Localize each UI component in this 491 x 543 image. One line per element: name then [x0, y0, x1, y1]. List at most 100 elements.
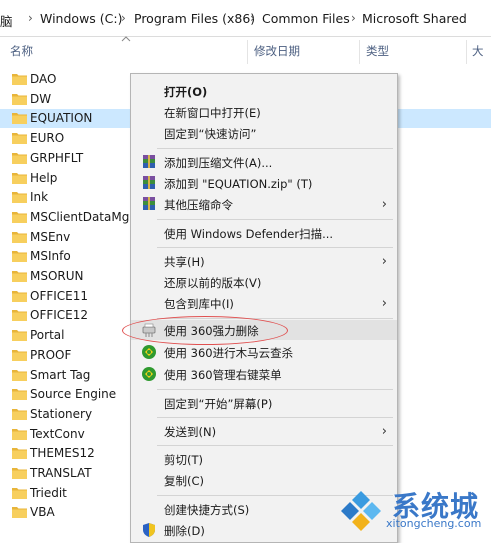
folder-name: Stationery [30, 406, 93, 421]
address-bar[interactable]: 脑 › Windows (C:) › Program Files (x86) ›… [0, 0, 491, 37]
menu-item-label: 发送到(N) [164, 425, 217, 439]
folder-name: MSClientDataMgr [30, 209, 135, 224]
menu-item-label: 其他压缩命令 [164, 198, 233, 212]
folder-icon [12, 507, 27, 519]
breadcrumb-separator[interactable]: › [250, 11, 255, 25]
menu-item-restore-versions[interactable]: 还原以前的版本(V) [131, 272, 397, 292]
folder-icon [12, 349, 27, 361]
folder-icon [12, 133, 27, 145]
folder-icon [12, 310, 27, 322]
breadcrumb-separator[interactable]: › [351, 11, 356, 25]
menu-item-label: 固定到“开始”屏幕(P) [164, 397, 273, 411]
context-menu: 打开(O) 在新窗口中打开(E) 固定到“快速访问” 添加到压缩文件(A)...… [130, 73, 398, 543]
folder-name: MSORUN [30, 269, 84, 283]
menu-item-label: 打开(O) [164, 85, 208, 99]
menu-item-defender-scan[interactable]: 使用 Windows Defender扫描... [131, 223, 397, 243]
folder-name: THEMES12 [30, 446, 95, 461]
menu-item-include-library[interactable]: 包含到库中(I) › [131, 293, 397, 313]
menu-separator [157, 247, 393, 248]
menu-item-pin-start[interactable]: 固定到“开始”屏幕(P) [131, 393, 397, 413]
folder-name: EQUATION [30, 111, 93, 126]
folder-icon [12, 448, 27, 460]
folder-name: DW [30, 91, 52, 106]
menu-item-label: 共享(H) [164, 255, 205, 269]
folder-icon [12, 330, 27, 342]
breadcrumb-item-drive[interactable]: Windows (C:) [40, 11, 122, 26]
folder-icon [12, 192, 27, 204]
folder-icon [12, 93, 27, 105]
submenu-arrow-icon: › [381, 197, 387, 212]
folder-icon [12, 74, 27, 85]
submenu-arrow-icon: › [381, 296, 387, 311]
menu-item-other-compress[interactable]: 其他压缩命令 › [131, 194, 397, 214]
menu-item-label: 添加到压缩文件(A)... [164, 156, 273, 170]
menu-item-360-trojan-scan[interactable]: 使用 360进行木马云查杀 [131, 342, 397, 362]
folder-name: EURO [30, 131, 65, 146]
folder-name: Help [30, 170, 58, 185]
column-divider[interactable] [359, 40, 360, 64]
folder-name: Ink [30, 190, 49, 205]
menu-item-open-new-window[interactable]: 在新窗口中打开(E) [131, 102, 397, 122]
folder-name: OFFICE11 [30, 288, 89, 303]
menu-item-label: 使用 Windows Defender扫描... [164, 227, 334, 241]
folder-icon [12, 468, 27, 479]
column-divider[interactable] [466, 40, 467, 64]
column-header-date[interactable]: 修改日期 [254, 43, 300, 59]
menu-separator [157, 445, 393, 446]
menu-item-add-zip[interactable]: 添加到 "EQUATION.zip" (T) [131, 173, 397, 193]
winrar-archive-icon [143, 155, 155, 168]
menu-separator [157, 219, 393, 220]
folder-icon [12, 251, 27, 263]
menu-item-label: 剪切(T) [164, 453, 203, 467]
folder-name: MSEnv [30, 229, 71, 244]
winrar-archive-icon [143, 197, 155, 210]
folder-icon [12, 290, 27, 302]
sort-ascending-icon [121, 36, 131, 42]
menu-item-add-archive[interactable]: 添加到压缩文件(A)... [131, 152, 397, 172]
menu-item-label: 包含到库中(I) [164, 297, 234, 311]
column-divider[interactable] [247, 40, 248, 64]
breadcrumb-item-common-files[interactable]: Common Files [262, 11, 350, 26]
submenu-arrow-icon: › [381, 424, 387, 439]
menu-item-pin-quick-access[interactable]: 固定到“快速访问” [131, 123, 397, 143]
watermark-url: xitongcheng.com [386, 517, 482, 530]
menu-item-label: 复制(C) [164, 474, 205, 488]
breadcrumb-separator[interactable]: › [121, 11, 126, 25]
breadcrumb-item-program-files[interactable]: Program Files (x86) [134, 11, 255, 26]
menu-item-cut[interactable]: 剪切(T) [131, 449, 397, 469]
breadcrumb-separator[interactable]: › [28, 11, 33, 25]
menu-item-label: 在新窗口中打开(E) [164, 106, 261, 120]
menu-item-send-to[interactable]: 发送到(N) › [131, 421, 397, 441]
menu-item-label: 固定到“快速访问” [164, 127, 257, 141]
highlight-annotation [122, 316, 288, 345]
360-security-icon [142, 367, 156, 381]
folder-icon [12, 271, 27, 282]
menu-item-open[interactable]: 打开(O) [131, 81, 397, 101]
menu-item-share[interactable]: 共享(H) › [131, 251, 397, 271]
folder-name: Smart Tag [30, 367, 91, 382]
360-security-icon [142, 345, 156, 359]
column-header-size[interactable]: 大 [472, 43, 484, 59]
column-header-name[interactable]: 名称 [10, 43, 33, 59]
submenu-arrow-icon: › [381, 254, 387, 269]
menu-item-label: 添加到 "EQUATION.zip" (T) [164, 177, 313, 191]
folder-name: TextConv [30, 426, 85, 441]
folder-icon [12, 487, 27, 499]
menu-item-label: 使用 360进行木马云查杀 [164, 346, 294, 360]
menu-item-360-manage-menu[interactable]: 使用 360管理右键菜单 [131, 364, 397, 384]
folder-icon [12, 389, 27, 401]
folder-name: VBA [30, 505, 55, 520]
watermark-logo-icon [341, 491, 381, 531]
column-header-type[interactable]: 类型 [366, 43, 389, 59]
breadcrumb-item-pc[interactable]: 脑 [0, 11, 13, 30]
menu-item-label: 创建快捷方式(S) [164, 503, 250, 517]
menu-item-label: 还原以前的版本(V) [164, 276, 262, 290]
folder-name: MSInfo [30, 249, 71, 264]
winrar-archive-icon [143, 176, 155, 189]
menu-separator [157, 417, 393, 418]
folder-name: Triedit [30, 485, 67, 500]
folder-icon [12, 113, 27, 125]
breadcrumb-item-microsoft-shared[interactable]: Microsoft Shared [362, 11, 467, 26]
watermark: 系统城 xitongcheng.com [338, 485, 488, 535]
menu-separator [157, 148, 393, 149]
